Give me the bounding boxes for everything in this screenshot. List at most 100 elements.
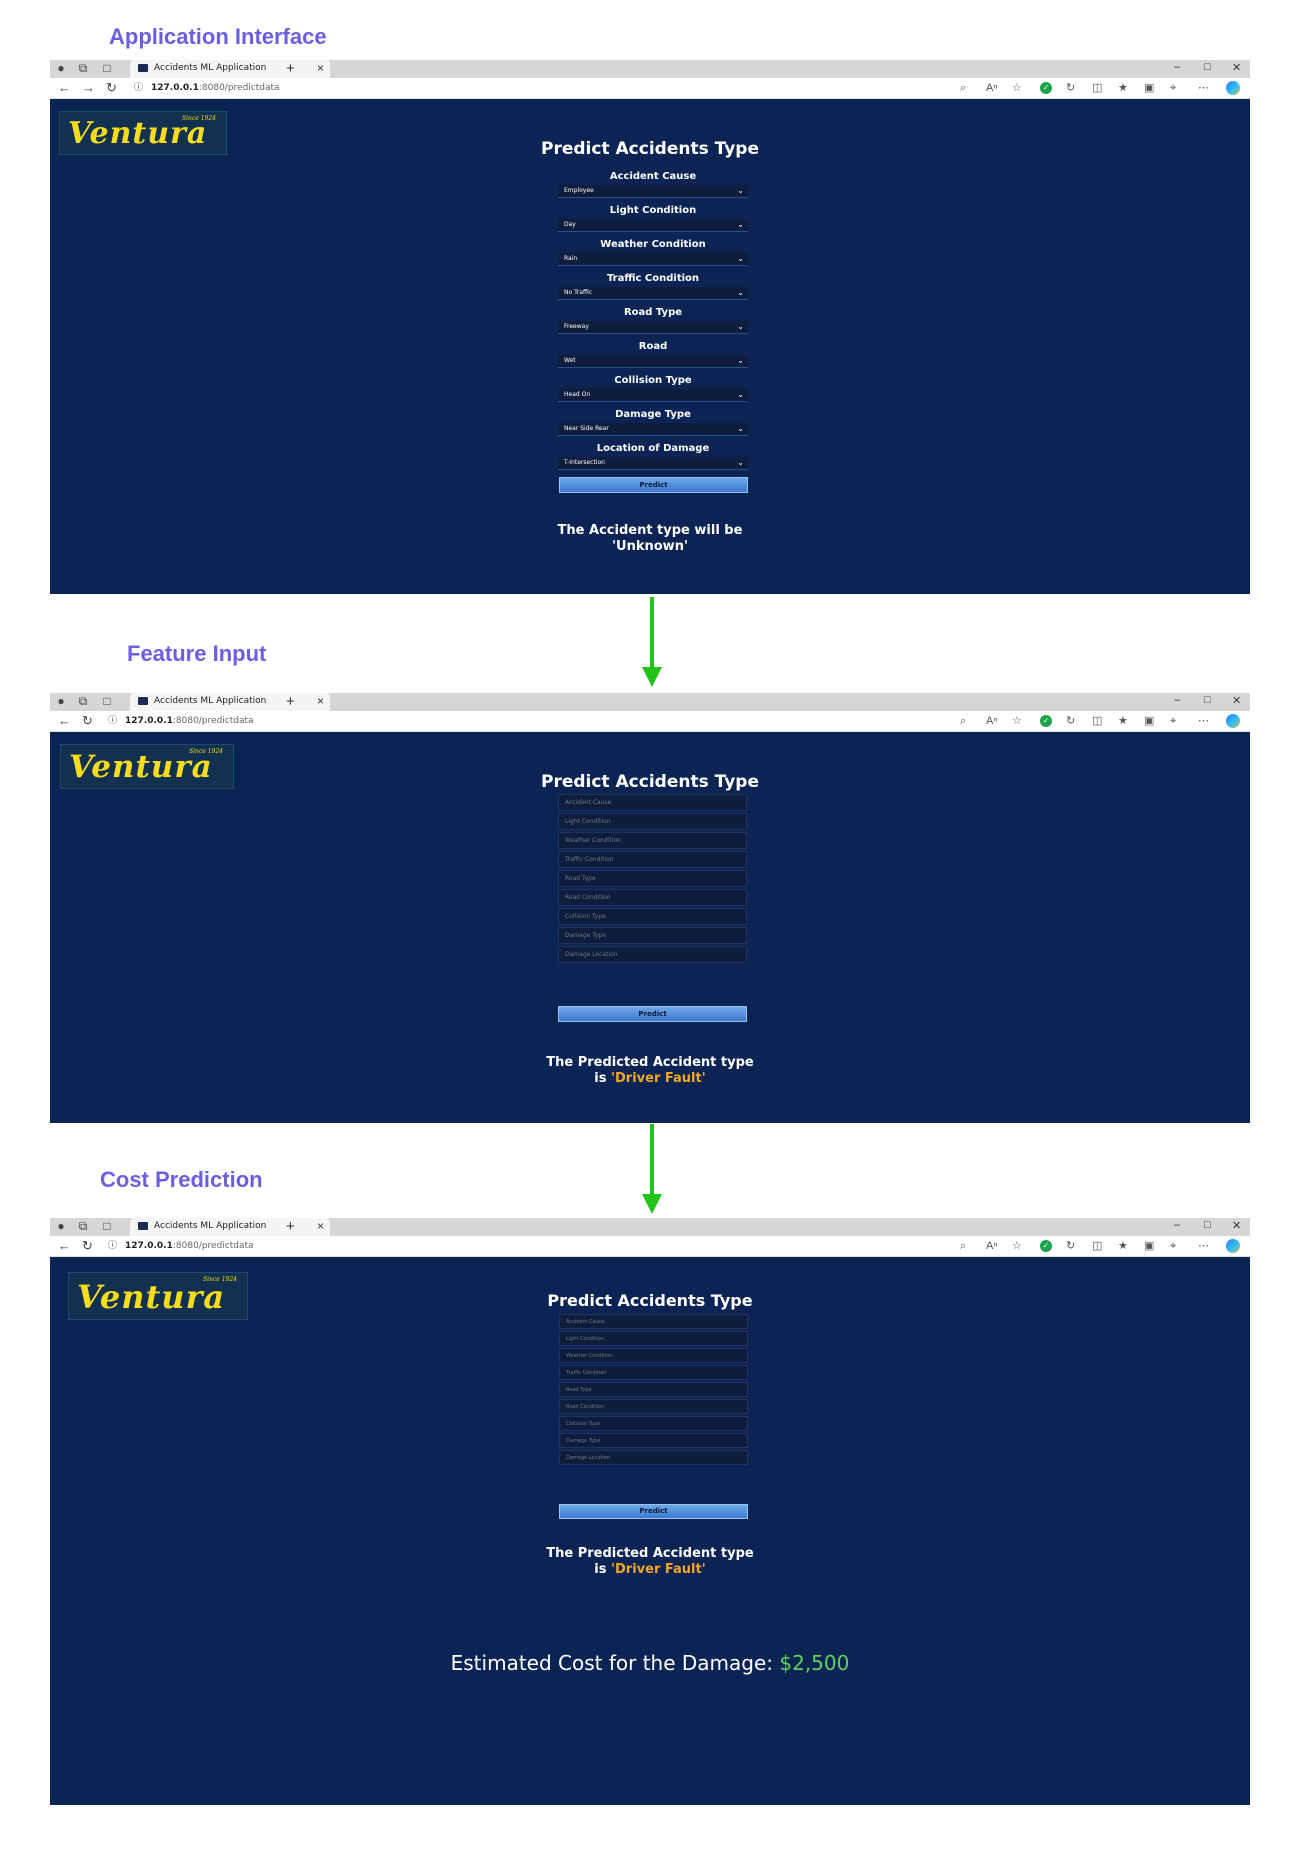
tab-actions-icon[interactable]: □ xyxy=(100,694,114,708)
read-aloud-icon[interactable]: Aⁿ xyxy=(986,714,997,728)
copilot-icon[interactable] xyxy=(1226,81,1240,95)
tab-actions-icon[interactable]: □ xyxy=(100,61,114,75)
extension-icon[interactable]: ✓ xyxy=(1040,1240,1052,1252)
sync-icon[interactable]: ⌖ xyxy=(1170,714,1176,728)
url-field[interactable]: ⓘ 127.0.0.1:8080/predictdata xyxy=(128,80,788,96)
field-select[interactable]: Head On ⌄ xyxy=(558,389,748,402)
feature-input[interactable] xyxy=(559,1433,748,1448)
feature-input[interactable] xyxy=(558,851,747,868)
profile-icon[interactable]: ● xyxy=(54,694,68,708)
zoom-icon[interactable]: ⌕ xyxy=(960,1239,966,1253)
refresh-ext-icon[interactable]: ↻ xyxy=(1066,81,1075,95)
info-icon[interactable]: ⓘ xyxy=(108,1241,117,1251)
refresh-icon[interactable]: ↻ xyxy=(82,1238,93,1254)
restore-icon[interactable]: □ xyxy=(1204,1219,1211,1231)
more-icon[interactable]: ⋯ xyxy=(1198,714,1209,728)
copilot-icon[interactable] xyxy=(1226,714,1240,728)
feature-input[interactable] xyxy=(559,1331,748,1346)
favorites-icon[interactable]: ★ xyxy=(1118,81,1128,95)
favorite-icon[interactable]: ☆ xyxy=(1012,81,1022,95)
tab-actions-icon[interactable]: □ xyxy=(100,1219,114,1233)
workspaces-icon[interactable]: ⧉ xyxy=(76,694,90,708)
feature-input[interactable] xyxy=(558,794,747,811)
predict-button[interactable]: Predict xyxy=(559,477,748,493)
close-tab-icon[interactable]: × xyxy=(317,694,324,708)
feature-input[interactable] xyxy=(559,1416,748,1431)
back-icon[interactable]: ← xyxy=(58,1238,71,1254)
minimize-icon[interactable]: – xyxy=(1174,1219,1180,1231)
new-tab-icon[interactable]: + xyxy=(286,1218,295,1235)
favorites-icon[interactable]: ★ xyxy=(1118,714,1128,728)
refresh-icon[interactable]: ↻ xyxy=(82,713,93,729)
workspaces-icon[interactable]: ⧉ xyxy=(76,1219,90,1233)
browser-tab[interactable]: Accidents ML Application × xyxy=(130,693,330,711)
field-select[interactable]: Wet ⌄ xyxy=(558,355,748,368)
collections-icon[interactable]: ▣ xyxy=(1144,1239,1154,1253)
info-icon[interactable]: ⓘ xyxy=(108,716,117,726)
read-aloud-icon[interactable]: Aⁿ xyxy=(986,81,997,95)
feature-input[interactable] xyxy=(559,1450,748,1465)
collections-icon[interactable]: ▣ xyxy=(1144,81,1154,95)
profile-icon[interactable]: ● xyxy=(54,61,68,75)
feature-input[interactable] xyxy=(559,1399,748,1414)
feature-input[interactable] xyxy=(559,1365,748,1380)
browser-tab[interactable]: Accidents ML Application × xyxy=(130,1218,330,1236)
minimize-icon[interactable]: – xyxy=(1174,61,1180,73)
url-field[interactable]: ⓘ 127.0.0.1:8080/predictdata xyxy=(102,1238,782,1254)
close-tab-icon[interactable]: × xyxy=(317,61,324,75)
read-aloud-icon[interactable]: Aⁿ xyxy=(986,1239,997,1253)
feature-input[interactable] xyxy=(558,946,747,963)
favorite-icon[interactable]: ☆ xyxy=(1012,1239,1022,1253)
field-select[interactable]: Near Side Rear ⌄ xyxy=(558,423,748,436)
close-window-icon[interactable]: ✕ xyxy=(1232,61,1241,74)
split-screen-icon[interactable]: ◫ xyxy=(1092,1239,1102,1253)
split-screen-icon[interactable]: ◫ xyxy=(1092,714,1102,728)
back-icon[interactable]: ← xyxy=(58,80,71,96)
close-window-icon[interactable]: ✕ xyxy=(1232,1219,1241,1232)
more-icon[interactable]: ⋯ xyxy=(1198,1239,1209,1253)
extension-icon[interactable]: ✓ xyxy=(1040,715,1052,727)
feature-input[interactable] xyxy=(558,870,747,887)
feature-input[interactable] xyxy=(559,1382,748,1397)
field-select[interactable]: T-Intersection ⌄ xyxy=(558,457,748,470)
info-icon[interactable]: ⓘ xyxy=(134,83,143,93)
predict-button[interactable]: Predict xyxy=(558,1006,747,1022)
refresh-icon[interactable]: ↻ xyxy=(106,80,117,96)
split-screen-icon[interactable]: ◫ xyxy=(1092,81,1102,95)
forward-icon[interactable]: → xyxy=(82,80,95,96)
favorite-icon[interactable]: ☆ xyxy=(1012,714,1022,728)
field-select[interactable]: Employee ⌄ xyxy=(558,185,748,198)
zoom-icon[interactable]: ⌕ xyxy=(960,81,966,95)
url-field[interactable]: ⓘ 127.0.0.1:8080/predictdata xyxy=(102,713,782,729)
field-select[interactable]: Rain ⌄ xyxy=(558,253,748,266)
favorites-icon[interactable]: ★ xyxy=(1118,1239,1128,1253)
more-icon[interactable]: ⋯ xyxy=(1198,81,1209,95)
field-select[interactable]: Freeway ⌄ xyxy=(558,321,748,334)
feature-input[interactable] xyxy=(558,889,747,906)
close-tab-icon[interactable]: × xyxy=(317,1219,324,1233)
refresh-ext-icon[interactable]: ↻ xyxy=(1066,1239,1075,1253)
feature-input[interactable] xyxy=(558,908,747,925)
sync-icon[interactable]: ⌖ xyxy=(1170,81,1176,95)
feature-input[interactable] xyxy=(558,927,747,944)
profile-icon[interactable]: ● xyxy=(54,1219,68,1233)
back-icon[interactable]: ← xyxy=(58,713,71,729)
collections-icon[interactable]: ▣ xyxy=(1144,714,1154,728)
predict-button[interactable]: Predict xyxy=(559,1504,748,1519)
copilot-icon[interactable] xyxy=(1226,1239,1240,1253)
new-tab-icon[interactable]: + xyxy=(286,693,295,710)
sync-icon[interactable]: ⌖ xyxy=(1170,1239,1176,1253)
zoom-icon[interactable]: ⌕ xyxy=(960,714,966,728)
field-select[interactable]: Day ⌄ xyxy=(558,219,748,232)
extension-icon[interactable]: ✓ xyxy=(1040,82,1052,94)
feature-input[interactable] xyxy=(559,1348,748,1363)
feature-input[interactable] xyxy=(558,813,747,830)
restore-icon[interactable]: □ xyxy=(1204,61,1211,73)
close-window-icon[interactable]: ✕ xyxy=(1232,694,1241,707)
restore-icon[interactable]: □ xyxy=(1204,694,1211,706)
minimize-icon[interactable]: – xyxy=(1174,694,1180,706)
feature-input[interactable] xyxy=(559,1314,748,1329)
feature-input[interactable] xyxy=(558,832,747,849)
workspaces-icon[interactable]: ⧉ xyxy=(76,61,90,75)
new-tab-icon[interactable]: + xyxy=(286,60,295,77)
